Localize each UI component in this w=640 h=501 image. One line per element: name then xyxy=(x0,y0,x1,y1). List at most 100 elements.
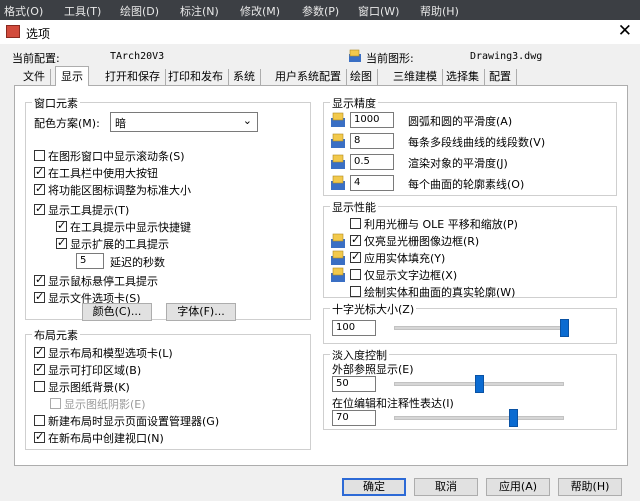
help-button[interactable]: 帮助(H) xyxy=(558,478,622,496)
color-scheme-label: 配色方案(M): xyxy=(34,117,100,130)
scrollbars-checkbox[interactable] xyxy=(34,150,45,161)
drawing-setting-icon xyxy=(331,133,345,148)
inplace-edit-slider[interactable] xyxy=(509,409,518,427)
display-performance-group: 显示性能 利用光栅与 OLE 平移和缩放(P) 仅亮显光栅图像边框(R) 应用实… xyxy=(323,199,617,299)
drawing-setting-icon xyxy=(331,112,345,127)
menubar: 格式(O) 工具(T) 绘图(D) 标注(N) 修改(M) 参数(P) 窗口(W… xyxy=(0,0,640,20)
raster-ole-checkbox[interactable] xyxy=(350,218,361,229)
fonts-button[interactable]: 字体(F)... xyxy=(166,303,236,321)
apply-button[interactable]: 应用(A) xyxy=(486,478,550,496)
ribbon-icons-checkbox[interactable] xyxy=(34,182,45,195)
dialog-title: 选项 xyxy=(26,27,51,41)
scrollbars-label: 在图形窗口中显示滚动条(S) xyxy=(48,150,185,163)
render-smoothness-input[interactable]: 0.5 xyxy=(350,154,394,170)
text-frame-checkbox[interactable] xyxy=(350,269,361,280)
tooltip-shortcuts-checkbox[interactable] xyxy=(56,219,67,232)
paper-background-checkbox[interactable] xyxy=(34,381,45,392)
drawing-setting-icon xyxy=(331,250,345,265)
crosshair-size-slider[interactable] xyxy=(560,319,569,337)
inplace-edit-input[interactable]: 70 xyxy=(332,410,376,426)
crosshair-size-input[interactable]: 100 xyxy=(332,320,376,336)
polyline-segments-input[interactable]: 8 xyxy=(350,133,394,149)
delay-seconds-label: 延迟的秒数 xyxy=(110,256,165,269)
printable-area-label: 显示可打印区域(B) xyxy=(48,364,142,377)
contour-lines-input[interactable]: 4 xyxy=(350,175,394,191)
render-smoothness-label: 渲染对象的平滑度(J) xyxy=(408,157,508,170)
solid-fill-label: 应用实体填充(Y) xyxy=(364,252,446,265)
raster-frame-label: 仅亮显光栅图像边框(R) xyxy=(364,235,480,248)
paper-shadow-label: 显示图纸阴影(E) xyxy=(64,398,146,411)
arc-smoothness-label: 圆弧和圆的平滑度(A) xyxy=(408,115,513,128)
inplace-edit-track[interactable] xyxy=(394,416,564,420)
drawing-setting-icon xyxy=(331,233,345,248)
polyline-segments-label: 每条多段线曲线的线段数(V) xyxy=(408,136,546,149)
menu-tools[interactable]: 工具(T) xyxy=(64,3,101,19)
tab-system[interactable]: 系统 xyxy=(228,69,261,85)
layout-model-tabs-label: 显示布局和模型选项卡(L) xyxy=(48,347,173,360)
menu-window[interactable]: 窗口(W) xyxy=(358,3,399,19)
xref-display-slider[interactable] xyxy=(475,375,484,393)
extended-tooltips-label: 显示扩展的工具提示 xyxy=(70,238,169,251)
large-buttons-label: 在工具栏中使用大按钮 xyxy=(48,167,158,180)
solid-fill-checkbox[interactable] xyxy=(350,250,361,263)
color-scheme-select[interactable]: 暗 ⌄ xyxy=(110,112,258,132)
arc-smoothness-input[interactable]: 1000 xyxy=(350,112,394,128)
crosshair-size-title: 十字光标大小(Z) xyxy=(330,301,417,317)
tab-3d-modeling[interactable]: 三维建模 xyxy=(388,69,443,85)
tab-plot-publish[interactable]: 打印和发布 xyxy=(163,69,229,85)
xref-display-input[interactable]: 50 xyxy=(332,376,376,392)
drawing-setting-icon xyxy=(331,267,345,282)
menu-format[interactable]: 格式(O) xyxy=(4,3,43,19)
xref-display-label: 外部参照显示(E) xyxy=(332,363,414,376)
printable-area-checkbox[interactable] xyxy=(34,362,45,375)
tab-open-save[interactable]: 打开和保存 xyxy=(100,69,166,85)
raster-frame-checkbox[interactable] xyxy=(350,233,361,246)
menu-modify[interactable]: 修改(M) xyxy=(240,3,280,19)
tab-display[interactable]: 显示 xyxy=(55,66,89,88)
chevron-down-icon: ⌄ xyxy=(242,114,252,127)
rollover-tooltips-label: 显示鼠标悬停工具提示 xyxy=(48,275,158,288)
color-scheme-value: 暗 xyxy=(115,117,126,130)
app-icon xyxy=(6,25,20,38)
layout-elements-group: 布局元素 显示布局和模型选项卡(L) 显示可打印区域(B) 显示图纸背景(K) … xyxy=(25,327,311,450)
page-setup-manager-checkbox[interactable] xyxy=(34,415,45,426)
paper-shadow-checkbox xyxy=(50,398,61,409)
create-viewport-label: 在新布局中创建视口(N) xyxy=(48,432,164,445)
extended-tooltips-checkbox[interactable] xyxy=(56,236,67,249)
ribbon-icons-label: 将功能区图标调整为标准大小 xyxy=(48,184,191,197)
tab-profiles[interactable]: 配置 xyxy=(484,69,517,85)
delay-seconds-input[interactable]: 5 xyxy=(76,253,104,269)
cancel-button[interactable]: 取消 xyxy=(414,478,478,496)
tab-selection[interactable]: 选择集 xyxy=(441,69,485,85)
true-silhouettes-checkbox[interactable] xyxy=(350,286,361,297)
menu-help[interactable]: 帮助(H) xyxy=(420,3,459,19)
show-tooltips-checkbox[interactable] xyxy=(34,202,45,215)
true-silhouettes-label: 绘制实体和曲面的真实轮廓(W) xyxy=(364,286,516,299)
current-drawing-value: Drawing3.dwg xyxy=(470,51,543,62)
raster-ole-label: 利用光栅与 OLE 平移和缩放(P) xyxy=(364,218,518,231)
ok-button[interactable]: 确定 xyxy=(342,478,406,496)
layout-elements-title: 布局元素 xyxy=(32,327,80,343)
crosshair-size-track[interactable] xyxy=(394,326,564,330)
create-viewport-checkbox[interactable] xyxy=(34,430,45,443)
display-resolution-group: 显示精度 1000 圆弧和圆的平滑度(A) 8 每条多段线曲线的线段数(V) 0… xyxy=(323,95,617,196)
display-resolution-title: 显示精度 xyxy=(330,95,378,111)
rollover-tooltips-checkbox[interactable] xyxy=(34,273,45,286)
fade-control-group: 淡入度控制 外部参照显示(E) 50 在位编辑和注释性表达(I) 70 xyxy=(323,347,617,430)
menu-parameter[interactable]: 参数(P) xyxy=(302,3,339,19)
show-tooltips-label: 显示工具提示(T) xyxy=(48,204,130,217)
tab-drafting[interactable]: 绘图 xyxy=(345,69,378,85)
layout-model-tabs-checkbox[interactable] xyxy=(34,345,45,358)
file-tabs-checkbox[interactable] xyxy=(34,290,45,303)
close-icon[interactable]: ✕ xyxy=(618,21,632,41)
menu-draw[interactable]: 绘图(D) xyxy=(120,3,159,19)
colors-button[interactable]: 颜色(C)... xyxy=(82,303,152,321)
drawing-setting-icon xyxy=(331,154,345,169)
menu-dimension[interactable]: 标注(N) xyxy=(180,3,219,19)
large-buttons-checkbox[interactable] xyxy=(34,165,45,178)
window-elements-group: 窗口元素 配色方案(M): 暗 ⌄ 在图形窗口中显示滚动条(S) 在工具栏中使用… xyxy=(25,95,311,321)
page-setup-manager-label: 新建布局时显示页面设置管理器(G) xyxy=(48,415,220,428)
tab-files[interactable]: 文件 xyxy=(18,69,51,85)
tab-user-preferences[interactable]: 用户系统配置 xyxy=(270,69,347,85)
dialog-titlebar: 选项 ✕ xyxy=(0,20,640,44)
